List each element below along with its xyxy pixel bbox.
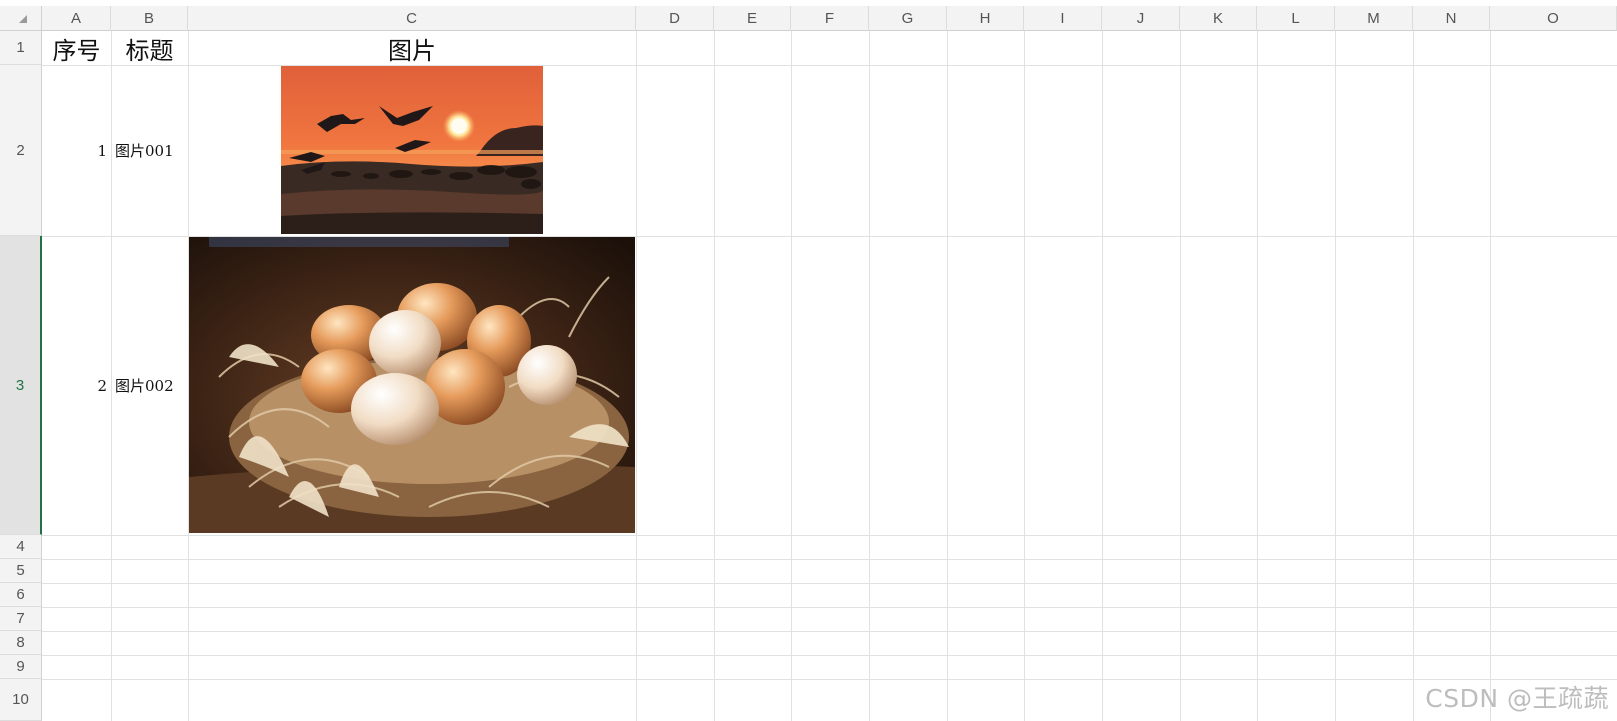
column-header-k[interactable]: K	[1180, 6, 1257, 31]
grid-line	[1257, 31, 1258, 721]
column-header-d[interactable]: D	[636, 6, 714, 31]
row-header-5[interactable]: 5	[0, 559, 42, 583]
row-header-1[interactable]: 1	[0, 31, 42, 65]
column-header-o[interactable]: O	[1490, 6, 1617, 31]
column-header-n[interactable]: N	[1413, 6, 1490, 31]
watermark: CSDN @王疏蔬	[1425, 684, 1609, 713]
column-header-e[interactable]: E	[714, 6, 791, 31]
grid-line	[1490, 31, 1491, 721]
column-header-l[interactable]: L	[1257, 6, 1335, 31]
row-header-3[interactable]: 3	[0, 236, 42, 535]
row-header-6[interactable]: 6	[0, 583, 42, 607]
select-all-icon	[19, 15, 27, 23]
grid-line	[1102, 31, 1103, 721]
row-header-2[interactable]: 2	[0, 65, 42, 236]
column-header-m[interactable]: M	[1335, 6, 1413, 31]
row-header-8[interactable]: 8	[0, 631, 42, 655]
grid-line	[714, 31, 715, 721]
grid-line	[42, 607, 1617, 608]
grid-line	[42, 655, 1617, 656]
grid-line	[636, 31, 637, 721]
grid-line	[42, 559, 1617, 560]
grid-line	[1024, 31, 1025, 721]
column-header-b[interactable]: B	[111, 6, 188, 31]
eggs-in-nest-image[interactable]	[189, 237, 635, 533]
column-header-a[interactable]: A	[42, 6, 111, 31]
row-header-7[interactable]: 7	[0, 607, 42, 631]
cell-b3[interactable]: 图片002	[111, 236, 188, 535]
cell-a1[interactable]: 序号	[42, 31, 111, 65]
grid-line	[42, 583, 1617, 584]
column-header-g[interactable]: G	[869, 6, 947, 31]
cell-b2[interactable]: 图片001	[111, 65, 188, 236]
row-header-9[interactable]: 9	[0, 655, 42, 679]
column-header-i[interactable]: I	[1024, 6, 1102, 31]
column-header-c[interactable]: C	[188, 6, 636, 31]
grid-line	[869, 31, 870, 721]
sunset-birds-image[interactable]	[281, 66, 543, 234]
grid-line	[1180, 31, 1181, 721]
grid-line	[42, 679, 1617, 680]
grid-line	[1335, 31, 1336, 721]
grid-line	[42, 535, 1617, 536]
cell-a3[interactable]: 2	[42, 236, 111, 535]
row-header-10[interactable]: 10	[0, 679, 42, 721]
grid-line	[1413, 31, 1414, 721]
row-header-4[interactable]: 4	[0, 535, 42, 559]
select-all-corner[interactable]	[0, 6, 42, 31]
grid-line	[42, 65, 1617, 66]
column-header-j[interactable]: J	[1102, 6, 1180, 31]
cell-c1[interactable]: 图片	[188, 31, 636, 65]
cell-a2[interactable]: 1	[42, 65, 111, 236]
column-header-f[interactable]: F	[791, 6, 869, 31]
grid-line	[791, 31, 792, 721]
cell-b1[interactable]: 标题	[111, 31, 188, 65]
grid-line	[947, 31, 948, 721]
column-header-h[interactable]: H	[947, 6, 1024, 31]
grid-line	[42, 631, 1617, 632]
